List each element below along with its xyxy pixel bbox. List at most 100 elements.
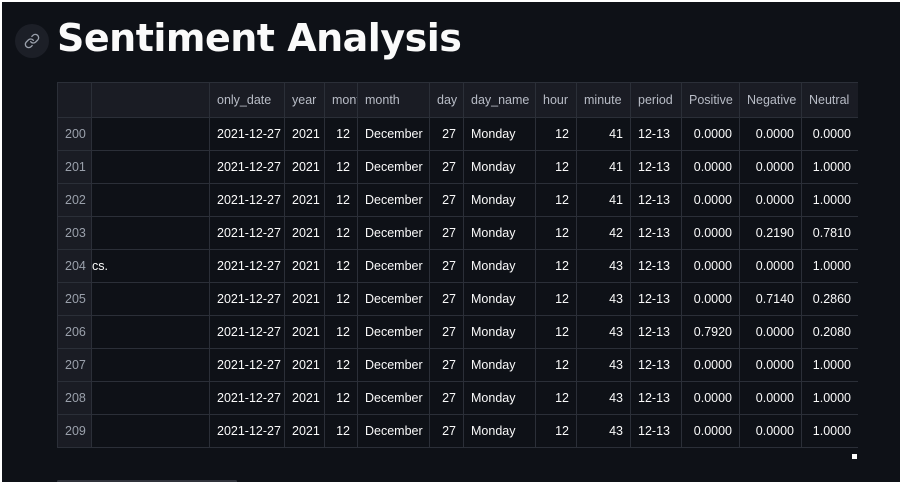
cell-text[interactable] [91,282,210,316]
cell-mon[interactable]: 12 [324,150,358,184]
cell-index[interactable]: 203 [57,216,92,250]
cell-minute[interactable]: 43 [576,414,631,448]
cell-minute[interactable]: 43 [576,282,631,316]
cell-only-date[interactable]: 2021-12-27 [209,381,285,415]
cell-positive[interactable]: 0.0000 [681,117,740,151]
column-header-mon[interactable]: month [324,82,358,118]
cell-positive[interactable]: 0.0000 [681,282,740,316]
cell-year[interactable]: 2021 [284,150,325,184]
cell-day[interactable]: 27 [429,282,464,316]
cell-negative[interactable]: 0.7140 [739,282,802,316]
cell-day[interactable]: 27 [429,249,464,283]
column-header-day[interactable]: day [429,82,464,118]
cell-index[interactable]: 206 [57,315,92,349]
cell-text[interactable] [91,414,210,448]
cell-neutral[interactable]: 1.0000 [801,348,858,382]
cell-minute[interactable]: 43 [576,315,631,349]
cell-year[interactable]: 2021 [284,414,325,448]
cell-only-date[interactable]: 2021-12-27 [209,315,285,349]
cell-day[interactable]: 27 [429,381,464,415]
cell-year[interactable]: 2021 [284,282,325,316]
cell-day[interactable]: 27 [429,216,464,250]
cell-month[interactable]: December [357,183,430,217]
cell-minute[interactable]: 41 [576,183,631,217]
cell-positive[interactable]: 0.0000 [681,150,740,184]
table-row[interactable]: 204 cs. 2021-12-27 2021 12 December 27 Monday 12… [57,249,858,283]
cell-month[interactable]: December [357,348,430,382]
cell-index[interactable]: 205 [57,282,92,316]
table-row[interactable]: 207 2021-12-27 2021 12 December 27 Monday 12 43 1… [57,348,858,382]
column-header-month[interactable]: month [357,82,430,118]
table-row[interactable]: 202 2021-12-27 2021 12 December 27 Monday 12 41 1… [57,183,858,217]
cell-text[interactable] [91,117,210,151]
cell-index[interactable]: 208 [57,381,92,415]
cell-month[interactable]: December [357,216,430,250]
table-row[interactable]: 209 2021-12-27 2021 12 December 27 Monday 12 43 1… [57,414,858,448]
cell-positive[interactable]: 0.0000 [681,183,740,217]
cell-month[interactable]: December [357,414,430,448]
table-row[interactable]: 205 2021-12-27 2021 12 December 27 Monday 12 43 1… [57,282,858,316]
cell-month[interactable]: December [357,249,430,283]
table-row[interactable]: 208 2021-12-27 2021 12 December 27 Monday 12 43 1… [57,381,858,415]
cell-day[interactable]: 27 [429,348,464,382]
cell-hour[interactable]: 12 [535,150,577,184]
cell-index[interactable]: 204 [57,249,92,283]
cell-day-name[interactable]: Monday [463,414,536,448]
cell-hour[interactable]: 12 [535,183,577,217]
cell-day-name[interactable]: Monday [463,117,536,151]
cell-only-date[interactable]: 2021-12-27 [209,216,285,250]
cell-hour[interactable]: 12 [535,249,577,283]
cell-mon[interactable]: 12 [324,216,358,250]
cell-mon[interactable]: 12 [324,249,358,283]
cell-hour[interactable]: 12 [535,414,577,448]
cell-mon[interactable]: 12 [324,348,358,382]
cell-period[interactable]: 12-13 [630,183,682,217]
cell-hour[interactable]: 12 [535,381,577,415]
cell-positive[interactable]: 0.0000 [681,216,740,250]
cell-mon[interactable]: 12 [324,183,358,217]
cell-day-name[interactable]: Monday [463,348,536,382]
cell-text[interactable] [91,381,210,415]
cell-month[interactable]: December [357,150,430,184]
cell-negative[interactable]: 0.0000 [739,150,802,184]
cell-year[interactable]: 2021 [284,117,325,151]
cell-day-name[interactable]: Monday [463,381,536,415]
cell-day-name[interactable]: Monday [463,249,536,283]
cell-negative[interactable]: 0.0000 [739,315,802,349]
cell-year[interactable]: 2021 [284,216,325,250]
cell-minute[interactable]: 43 [576,249,631,283]
column-header-negative[interactable]: Negative [739,82,802,118]
horizontal-scrollbar[interactable] [57,480,237,482]
cell-minute[interactable]: 42 [576,216,631,250]
cell-neutral[interactable]: 0.7810 [801,216,858,250]
cell-text[interactable] [91,183,210,217]
column-header-minute[interactable]: minute [576,82,631,118]
cell-text[interactable] [91,348,210,382]
cell-negative[interactable]: 0.0000 [739,381,802,415]
cell-neutral[interactable]: 0.2860 [801,282,858,316]
cell-hour[interactable]: 12 [535,216,577,250]
cell-index[interactable]: 201 [57,150,92,184]
cell-mon[interactable]: 12 [324,282,358,316]
cell-day[interactable]: 27 [429,315,464,349]
cell-period[interactable]: 12-13 [630,117,682,151]
column-header-neutral[interactable]: Neutral [801,82,858,118]
cell-negative[interactable]: 0.0000 [739,348,802,382]
cell-only-date[interactable]: 2021-12-27 [209,183,285,217]
cell-period[interactable]: 12-13 [630,348,682,382]
link-icon[interactable] [15,24,49,58]
column-header-year[interactable]: year [284,82,325,118]
table-row[interactable]: 203 2021-12-27 2021 12 December 27 Monday 12 42 1… [57,216,858,250]
table-row[interactable]: 201 2021-12-27 2021 12 December 27 Monday 12 41 1… [57,150,858,184]
cell-mon[interactable]: 12 [324,381,358,415]
cell-period[interactable]: 12-13 [630,249,682,283]
cell-text[interactable] [91,216,210,250]
dataframe[interactable]: only_date year month month day day_name … [57,82,858,458]
cell-negative[interactable]: 0.2190 [739,216,802,250]
cell-neutral[interactable]: 0.0000 [801,117,858,151]
cell-month[interactable]: December [357,117,430,151]
cell-hour[interactable]: 12 [535,282,577,316]
cell-only-date[interactable]: 2021-12-27 [209,150,285,184]
cell-positive[interactable]: 0.0000 [681,414,740,448]
cell-index[interactable]: 202 [57,183,92,217]
